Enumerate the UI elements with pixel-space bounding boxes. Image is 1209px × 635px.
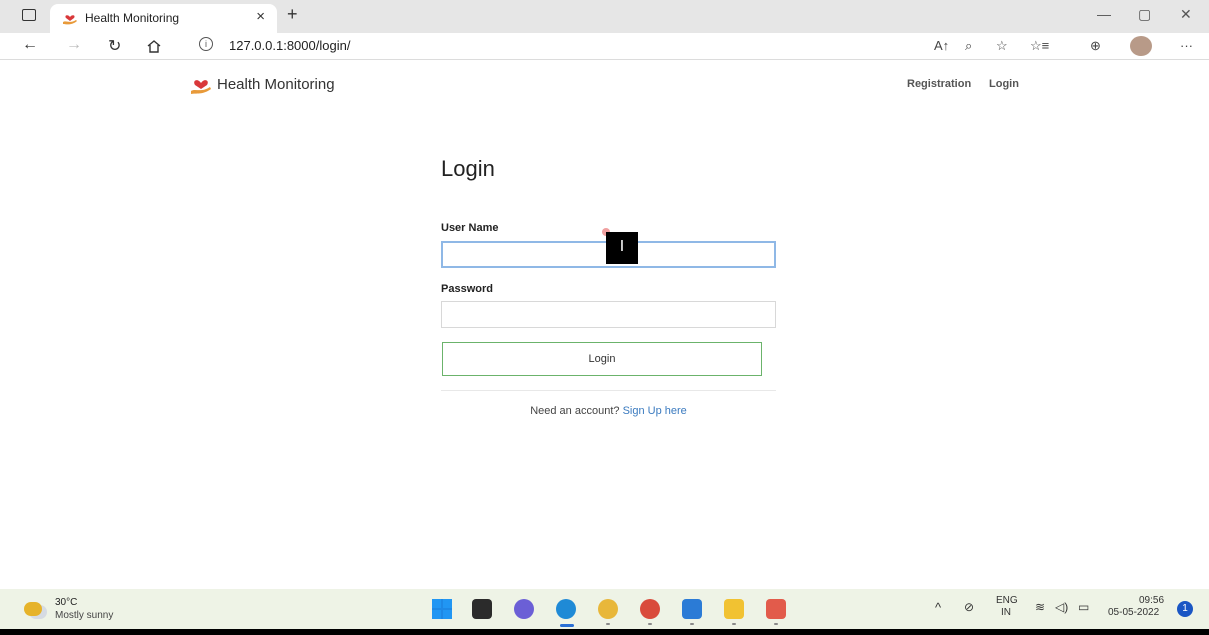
browser-toolbar: ← → ↻ i 127.0.0.1:8000/login/ A↑ ⌕ ☆ ☆≡ …	[0, 33, 1209, 60]
browser-tab-bar: Health Monitoring × + — ▢ ✕	[0, 0, 1209, 33]
nav-registration-link[interactable]: Registration	[907, 78, 971, 90]
file-explorer-icon[interactable]	[724, 599, 744, 619]
favorite-icon[interactable]: ☆	[996, 38, 1008, 54]
wifi-icon[interactable]: ≋	[1035, 600, 1045, 614]
password-input[interactable]	[441, 301, 776, 328]
read-aloud-icon[interactable]: A↑	[934, 38, 949, 53]
collections-icon[interactable]: ⊕	[1090, 38, 1101, 54]
vscode-icon[interactable]	[682, 599, 702, 619]
start-icon[interactable]	[432, 599, 452, 619]
profile-avatar[interactable]	[1130, 36, 1152, 56]
running-indicator	[732, 623, 736, 625]
tray-overflow-icon[interactable]: ^	[935, 600, 941, 615]
forward-icon[interactable]: →	[66, 36, 82, 54]
chrome-icon[interactable]	[598, 599, 618, 619]
chrome-profile-icon[interactable]	[640, 599, 660, 619]
language-region[interactable]: IN	[1001, 607, 1011, 618]
edge-browser-icon[interactable]	[556, 599, 576, 619]
weather-description[interactable]: Mostly sunny	[55, 610, 113, 621]
maximize-icon[interactable]: ▢	[1138, 6, 1151, 23]
home-icon[interactable]	[146, 39, 162, 54]
nav-login-link[interactable]: Login	[989, 78, 1019, 90]
page-title: Login	[441, 156, 495, 181]
form-divider	[441, 390, 776, 391]
language-indicator[interactable]: ENG	[996, 595, 1018, 606]
more-options-icon[interactable]: ···	[1180, 38, 1193, 53]
running-indicator	[690, 623, 694, 625]
weather-icon[interactable]	[24, 602, 42, 616]
screen-bottom-edge	[0, 629, 1209, 635]
signup-prompt: Need an account? Sign Up here	[441, 405, 776, 417]
favorites-list-icon[interactable]: ☆≡	[1030, 38, 1049, 54]
running-indicator	[606, 623, 610, 625]
volume-icon[interactable]: ◁)	[1055, 600, 1068, 614]
taskbar: 30°C Mostly sunny ^ ⊘ ENG IN ≋ ◁) ▭ 09:5…	[0, 589, 1209, 629]
weather-temperature[interactable]: 30°C	[55, 597, 77, 608]
zoom-icon[interactable]: ⌕	[965, 38, 972, 54]
clock-date[interactable]: 05-05-2022	[1108, 607, 1159, 618]
battery-icon[interactable]: ▭	[1078, 600, 1089, 614]
running-indicator	[774, 623, 778, 625]
task-view-icon[interactable]	[472, 599, 492, 619]
signup-link[interactable]: Sign Up here	[623, 405, 687, 417]
chat-icon[interactable]	[514, 599, 534, 619]
login-button[interactable]: Login	[442, 342, 762, 376]
tab-actions-icon[interactable]	[22, 9, 36, 21]
brand-name[interactable]: Health Monitoring	[217, 76, 335, 93]
username-label: User Name	[441, 222, 499, 234]
minimize-icon[interactable]: —	[1097, 6, 1111, 22]
notification-badge[interactable]: 1	[1177, 601, 1193, 617]
back-icon[interactable]: ←	[22, 36, 38, 54]
close-window-icon[interactable]: ✕	[1180, 6, 1192, 23]
new-tab-icon[interactable]: +	[287, 4, 298, 25]
brand-logo-icon	[191, 80, 211, 94]
running-indicator	[648, 623, 652, 625]
active-app-indicator	[560, 624, 574, 627]
browser-tab[interactable]: Health Monitoring ×	[50, 4, 277, 33]
password-label: Password	[441, 283, 493, 295]
clock-time[interactable]: 09:56	[1139, 595, 1164, 606]
microphone-icon[interactable]: ⊘	[964, 600, 974, 614]
refresh-icon[interactable]: ↻	[108, 36, 121, 56]
tab-close-icon[interactable]: ×	[256, 8, 265, 25]
heart-hand-icon	[63, 15, 77, 25]
recorder-icon[interactable]	[766, 599, 786, 619]
text-cursor-icon: I	[606, 232, 638, 264]
signup-prompt-text: Need an account?	[530, 405, 620, 417]
site-info-icon[interactable]: i	[199, 37, 213, 51]
address-bar[interactable]: 127.0.0.1:8000/login/	[229, 38, 350, 53]
tab-title: Health Monitoring	[85, 11, 180, 25]
